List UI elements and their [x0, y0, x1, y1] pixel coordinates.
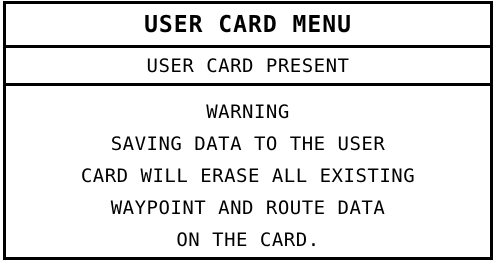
warning-line: SAVING DATA TO THE USER	[110, 133, 386, 155]
card-status: USER CARD PRESENT	[6, 48, 490, 86]
warning-message: WARNING SAVING DATA TO THE USER CARD WIL…	[6, 86, 490, 256]
warning-line: WAYPOINT AND ROUTE DATA	[110, 197, 386, 219]
warning-line: ON THE CARD.	[176, 229, 320, 251]
menu-title: USER CARD MENU	[6, 4, 490, 48]
warning-heading: WARNING	[206, 101, 290, 123]
user-card-menu-panel: USER CARD MENU USER CARD PRESENT WARNING…	[3, 1, 493, 260]
warning-line: CARD WILL ERASE ALL EXISTING	[80, 165, 416, 187]
